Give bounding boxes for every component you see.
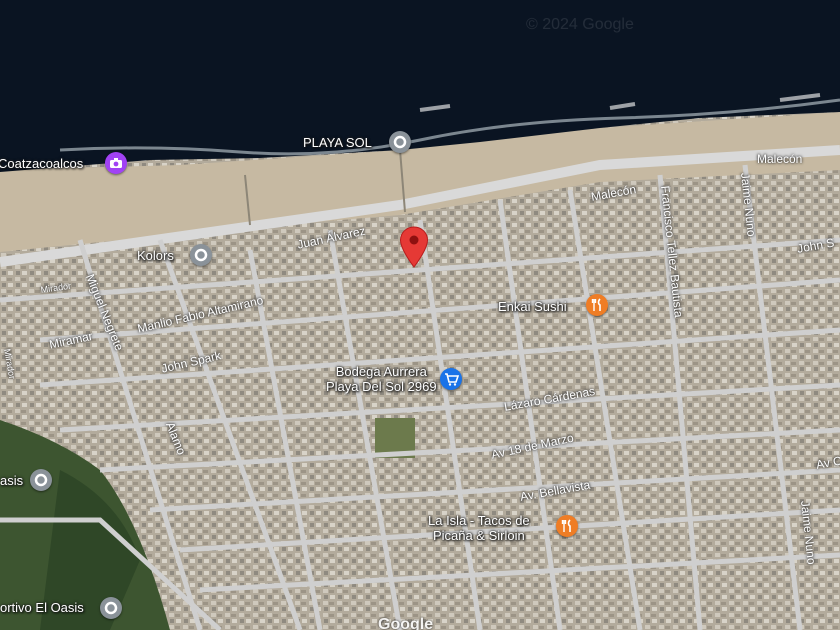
place-label-la-isla[interactable]: La Isla - Tacos de Picaña & Sirloin bbox=[428, 513, 530, 543]
place-label-deportivo-el-oasis[interactable]: ortivo El Oasis bbox=[0, 600, 84, 615]
place-label-bodega-aurrera[interactable]: Bodega Aurrera Playa Del Sol 2969 bbox=[326, 364, 437, 394]
place-marker-icon[interactable] bbox=[389, 131, 411, 153]
location-pin-icon[interactable] bbox=[399, 226, 429, 273]
google-logo: Google bbox=[378, 616, 434, 630]
camera-icon[interactable] bbox=[105, 152, 127, 174]
place-marker-icon[interactable] bbox=[100, 597, 122, 619]
place-marker-icon[interactable] bbox=[190, 244, 212, 266]
place-label-line: Playa Del Sol 2969 bbox=[326, 379, 437, 394]
place-marker-icon[interactable] bbox=[30, 469, 52, 491]
place-label-oasis[interactable]: asis bbox=[0, 473, 23, 488]
place-label-playa-sol[interactable]: PLAYA SOL bbox=[303, 135, 372, 150]
place-label-kolors[interactable]: Kolors bbox=[137, 248, 174, 263]
place-label-line: La Isla - Tacos de bbox=[428, 513, 530, 528]
place-label-coatzacoalcos[interactable]: Coatzacoalcos bbox=[0, 156, 83, 171]
fork-knife-icon[interactable] bbox=[556, 515, 578, 537]
fork-knife-icon[interactable] bbox=[586, 294, 608, 316]
place-label-enkai-sushi[interactable]: Enkai Sushi bbox=[498, 299, 567, 314]
satellite-map[interactable]: © 2024 Google PLAYA SOL Coatzacoalcos Ko… bbox=[0, 0, 840, 630]
map-imagery bbox=[0, 0, 840, 630]
shopping-cart-icon[interactable] bbox=[440, 368, 462, 390]
place-label-line: Bodega Aurrera bbox=[335, 364, 427, 379]
street-label-malecon: Malecón bbox=[757, 152, 803, 166]
copyright-text: © 2024 Google bbox=[526, 16, 634, 33]
place-label-line: Picaña & Sirloin bbox=[432, 528, 525, 543]
